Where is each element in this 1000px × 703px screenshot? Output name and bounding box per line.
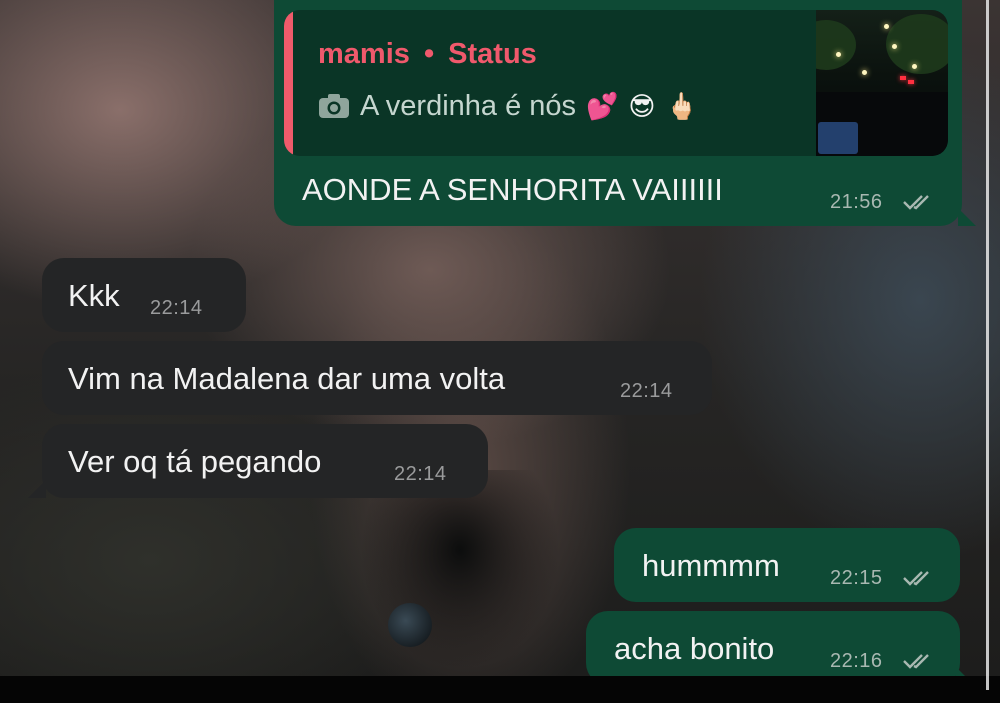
status-thumbnail[interactable] [816, 10, 948, 156]
message-text: acha bonito [614, 631, 775, 666]
bottom-bar [0, 676, 1000, 703]
message-bubble-outgoing[interactable]: mamis • Status A verdinha é nós 💕 😎 🖕🏻 A… [274, 0, 962, 226]
message-bubble-outgoing[interactable]: hummmm 22:15 [614, 528, 960, 602]
quoted-author: mamis • Status [318, 38, 537, 70]
message-text: Vim na Madalena dar uma volta [68, 361, 506, 396]
scroll-indicator[interactable] [986, 0, 989, 690]
message-bubble-incoming[interactable]: Ver oq tá pegando 22:14 [42, 424, 488, 498]
read-receipt-icon [903, 571, 929, 586]
message-time: 22:14 [620, 380, 673, 402]
quote-accent-bar [284, 10, 293, 156]
message-text: AONDE A SENHORITA VAIIIIII [302, 172, 723, 207]
sunglasses-emoji: 😎 [628, 91, 656, 121]
middle-finger-emoji: 🖕🏻 [665, 91, 698, 121]
message-time: 22:14 [150, 297, 203, 319]
camera-icon [319, 94, 349, 118]
quoted-caption: A verdinha é nós [360, 89, 577, 122]
message-text: Kkk [68, 278, 120, 313]
message-time: 21:56 [830, 191, 883, 213]
message-bubble-incoming[interactable]: Vim na Madalena dar uma volta 22:14 [42, 341, 712, 415]
message-text: Ver oq tá pegando [68, 444, 322, 479]
read-receipt-icon [903, 654, 929, 669]
message-text: hummmm [642, 548, 780, 583]
read-receipt-icon [903, 195, 929, 210]
message-bubble-outgoing[interactable]: acha bonito 22:16 [586, 611, 960, 685]
message-time: 22:14 [394, 463, 447, 485]
quoted-status[interactable]: mamis • Status A verdinha é nós 💕 😎 🖕🏻 [284, 10, 948, 156]
message-bubble-incoming[interactable]: Kkk 22:14 [42, 258, 246, 332]
message-time: 22:15 [830, 567, 883, 589]
message-time: 22:16 [830, 650, 883, 672]
two-hearts-emoji: 💕 [586, 91, 619, 121]
